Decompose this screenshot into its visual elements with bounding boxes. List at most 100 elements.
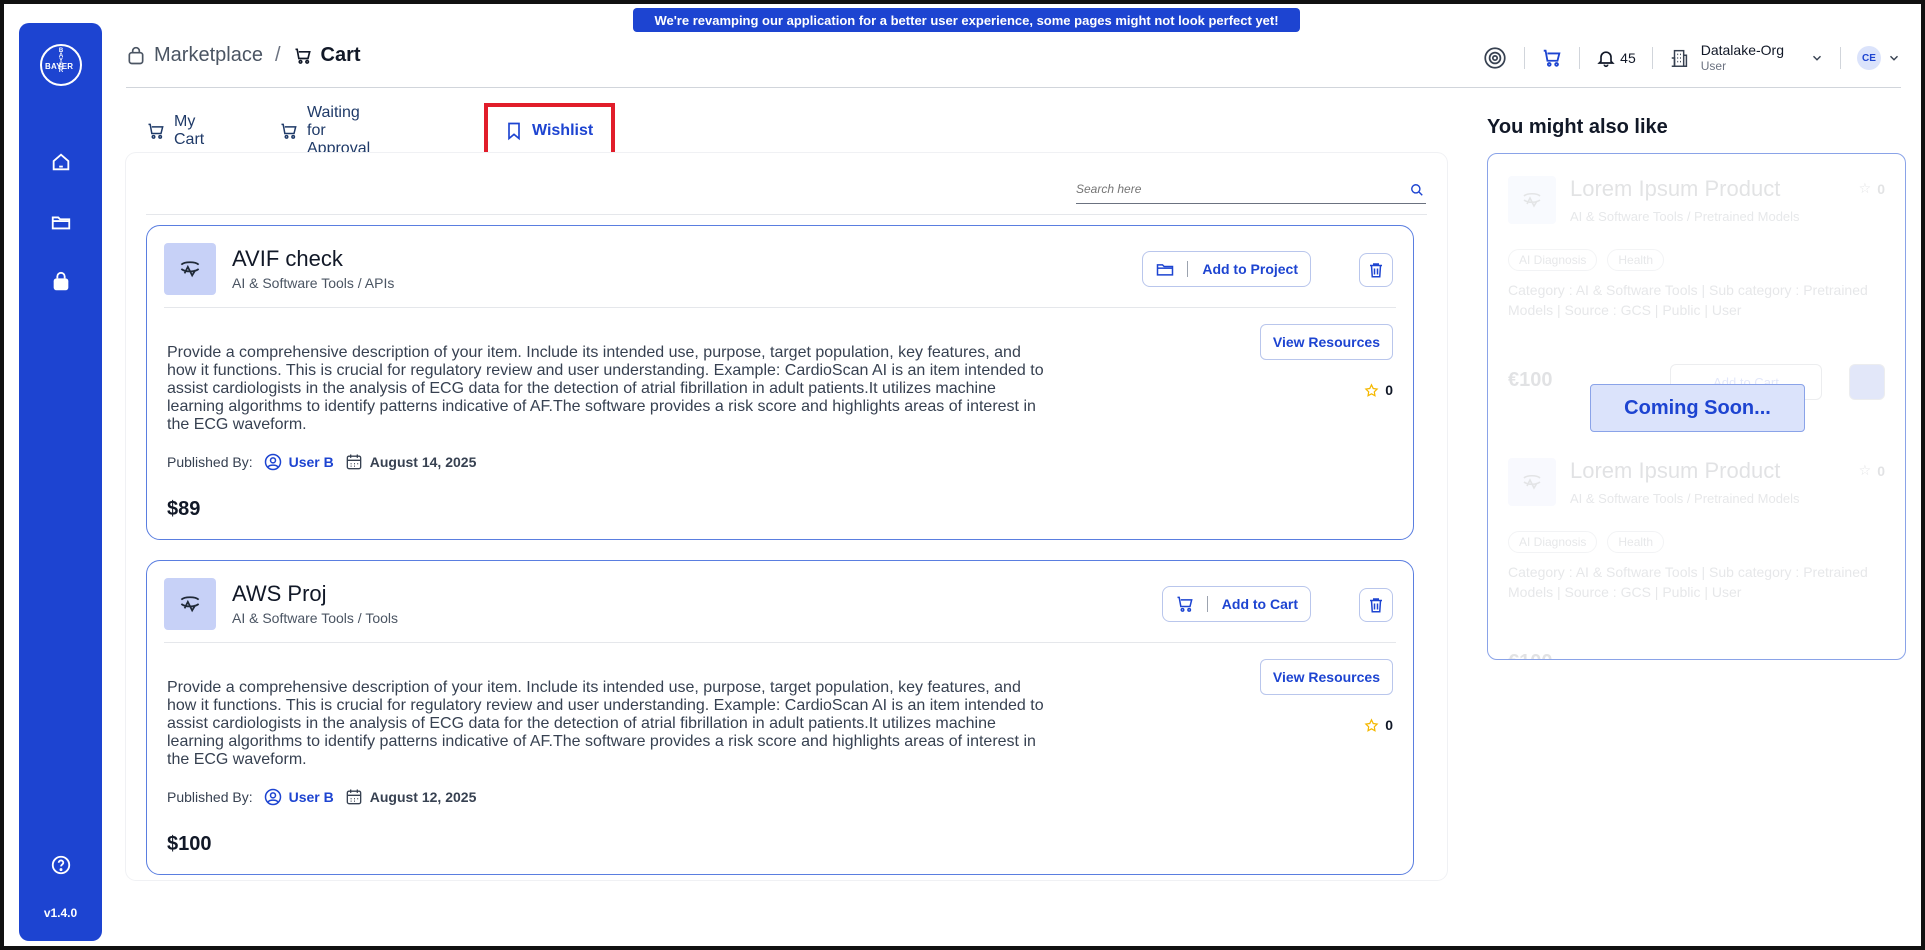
search-input[interactable]	[1076, 182, 1396, 196]
bookmark-icon	[1849, 364, 1885, 400]
product-thumbnail-icon	[164, 243, 216, 295]
star-icon: ☆	[1858, 180, 1872, 196]
cart-plus-icon	[146, 121, 166, 141]
org-role: User	[1700, 59, 1727, 73]
view-resources-button[interactable]: View Resources	[1259, 324, 1393, 360]
recommendations-panel: Lorem Ipsum Product AI & Software Tools …	[1487, 153, 1906, 660]
divider	[146, 214, 1427, 215]
recommendation-tags: AI Diagnosis Health	[1508, 531, 1665, 553]
header-actions: 45 Datalake-Org User CE	[1482, 40, 1901, 76]
header-cart-icon[interactable]	[1541, 47, 1563, 69]
delete-button[interactable]	[1359, 588, 1393, 622]
rating-value: 0	[1385, 382, 1393, 398]
recommendation-price: €100	[1508, 369, 1553, 391]
item-title[interactable]: AVIF check	[232, 246, 343, 272]
delete-button[interactable]	[1359, 253, 1393, 287]
bookmark-icon	[504, 121, 524, 141]
notification-count: 45	[1620, 50, 1636, 66]
bell-icon[interactable]	[1596, 48, 1616, 68]
publisher-link[interactable]: User B	[289, 454, 334, 470]
coming-soon-badge: Coming Soon...	[1590, 384, 1805, 432]
recommendation-meta: Category : AI & Software Tools | Sub cat…	[1508, 564, 1868, 600]
search-icon[interactable]	[1410, 183, 1424, 202]
published-label: Published By:	[167, 454, 253, 470]
add-to-project-button[interactable]: Add to Project	[1142, 251, 1311, 287]
item-rating: 0	[1364, 717, 1393, 733]
bayer-logo[interactable]: BAYER BAYER	[40, 44, 82, 86]
item-rating: 0	[1364, 382, 1393, 398]
rating-value: 0	[1385, 717, 1393, 733]
tab-label: Wishlist	[532, 122, 594, 139]
cart-outline-icon	[293, 46, 313, 66]
divider	[164, 307, 1396, 308]
star-icon: ☆	[1858, 462, 1872, 478]
button-divider	[1187, 261, 1189, 277]
add-to-cart-button[interactable]: Add to Cart	[1161, 586, 1311, 622]
folder-icon[interactable]	[48, 209, 74, 235]
home-icon[interactable]	[48, 149, 74, 175]
product-thumbnail-icon	[1508, 458, 1556, 506]
user-circle-icon	[263, 787, 283, 807]
breadcrumb-current: Cart	[320, 44, 361, 66]
product-thumbnail-icon	[1508, 176, 1556, 224]
marketplace-bag-outline-icon	[126, 46, 146, 66]
tab-label: Waiting for Approval	[307, 104, 371, 157]
calendar-icon	[344, 787, 364, 807]
tag: Health	[1607, 249, 1665, 271]
chevron-down-icon[interactable]	[1810, 51, 1824, 65]
item-category: AI & Software Tools / APIs	[232, 275, 395, 291]
star-icon	[1364, 382, 1379, 398]
recommendation-rating: ☆ 0	[1859, 462, 1885, 479]
folder-icon	[1155, 259, 1175, 279]
trash-icon	[1367, 261, 1385, 279]
org-name: Datalake-Org	[1700, 42, 1784, 58]
help-icon[interactable]	[48, 852, 74, 878]
recommendation-rating: ☆ 0	[1859, 180, 1885, 197]
cart-clock-icon	[279, 121, 299, 141]
revamp-banner: We're revamping our application for a be…	[633, 8, 1300, 32]
rating-value: 0	[1877, 462, 1885, 479]
publisher-link[interactable]: User B	[289, 789, 334, 805]
app-version: v1.4.0	[43, 906, 78, 920]
calendar-icon	[344, 452, 364, 472]
item-category: AI & Software Tools / Tools	[232, 610, 399, 626]
tab-wishlist[interactable]: Wishlist	[484, 103, 616, 159]
wishlist-panel: AVIF check AI & Software Tools / APIs Ad…	[126, 153, 1447, 880]
recommendations-title: You might also like	[1487, 116, 1668, 138]
divider	[164, 642, 1396, 643]
wishlist-item-card: AVIF check AI & Software Tools / APIs Ad…	[146, 225, 1414, 540]
chevron-down-icon[interactable]	[1887, 51, 1901, 65]
item-description: Provide a comprehensive description of y…	[167, 344, 1044, 433]
top-header: Marketplace / Cart 45 Datalake-Org User	[126, 38, 1901, 88]
recommendation-name: Lorem Ipsum Product	[1570, 458, 1781, 483]
recommendation-category: AI & Software Tools / Pretrained Models	[1570, 209, 1800, 224]
recommendation-price: €100	[1508, 651, 1553, 659]
header-divider	[1524, 47, 1526, 69]
breadcrumb-separator: /	[274, 44, 281, 66]
recommendation-meta: Category : AI & Software Tools | Sub cat…	[1508, 282, 1868, 318]
organization-switcher[interactable]: Datalake-Org User	[1701, 42, 1784, 74]
item-price: $100	[167, 833, 212, 855]
published-date: August 12, 2025	[369, 789, 477, 805]
support-icon[interactable]	[1482, 45, 1508, 71]
tag: AI Diagnosis	[1508, 531, 1598, 553]
logo-horizontal-text: BAYER	[45, 62, 74, 71]
header-divider	[1579, 47, 1581, 69]
button-divider	[1206, 596, 1208, 612]
wishlist-item-card: AWS Proj AI & Software Tools / Tools Add…	[146, 560, 1414, 875]
marketplace-bag-icon[interactable]	[48, 269, 74, 295]
tab-my-cart[interactable]: My Cart	[126, 103, 204, 159]
header-divider	[1840, 47, 1841, 69]
recommendation-name: Lorem Ipsum Product	[1570, 176, 1781, 201]
tab-label: My Cart	[174, 113, 205, 148]
star-icon	[1364, 717, 1379, 733]
view-resources-button[interactable]: View Resources	[1259, 659, 1393, 695]
item-price: $89	[167, 498, 201, 520]
product-thumbnail-icon	[164, 578, 216, 630]
item-title[interactable]: AWS Proj	[232, 581, 327, 607]
breadcrumb-marketplace-link[interactable]: Marketplace	[154, 44, 263, 67]
tab-waiting-for-approval[interactable]: Waiting for Approval	[259, 103, 370, 159]
user-avatar[interactable]: CE	[1857, 46, 1881, 70]
user-circle-icon	[263, 452, 283, 472]
recommendation-category: AI & Software Tools / Pretrained Models	[1570, 491, 1800, 506]
